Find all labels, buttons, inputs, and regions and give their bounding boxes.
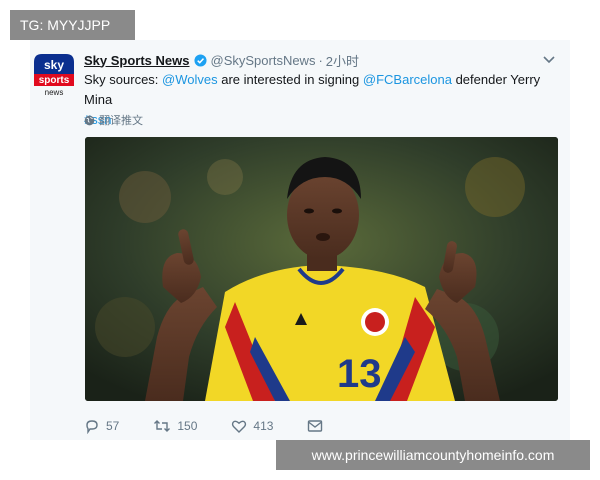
reply-icon <box>86 420 98 434</box>
translate-label: 翻译推文 <box>99 115 143 127</box>
tweet-text: Sky sources: @Wolves are interested in s… <box>84 70 564 130</box>
separator-dot: · <box>318 52 323 68</box>
retweet-icon <box>154 420 171 432</box>
avatar-logo-sports: sports <box>39 75 70 86</box>
tg-watermark: TG: MYYJJPP <box>10 10 135 40</box>
tweet-actions: 57 150 413 <box>84 416 357 436</box>
tweet-time[interactable]: 2小时 <box>326 51 359 70</box>
globe-icon <box>84 115 95 125</box>
site-watermark: www.princewilliamcountyhomeinfo.com <box>276 440 590 470</box>
tweet-text-pre: Sky sources: <box>84 72 163 87</box>
like-button[interactable]: 413 <box>231 418 273 434</box>
jersey-number: 13 <box>337 352 382 396</box>
mention-wolves[interactable]: @Wolves <box>162 72 218 87</box>
tweet-photo[interactable]: 13 <box>85 137 558 401</box>
avatar[interactable]: sky sports news <box>32 52 76 98</box>
mention-fcbarcelona[interactable]: @FCBarcelona <box>363 72 452 87</box>
author-handle[interactable]: @SkySportsNews <box>211 53 316 68</box>
like-icon <box>232 420 247 433</box>
message-icon <box>308 420 323 432</box>
tweet-card[interactable]: sky sports news Sky Sports News @SkySpor… <box>30 40 570 440</box>
reply-button[interactable]: 57 <box>84 418 119 434</box>
chevron-down-icon[interactable] <box>542 52 556 66</box>
tweet-text-mid: are interested in signing <box>217 72 363 87</box>
reply-count: 57 <box>106 419 120 433</box>
tweet-header: Sky Sports News @SkySportsNews · 2小时 <box>84 50 554 70</box>
avatar-logo-sky: sky <box>44 58 64 72</box>
retweet-button[interactable]: 150 <box>153 418 197 434</box>
avatar-logo-news: news <box>45 88 64 97</box>
retweet-count: 150 <box>177 419 198 433</box>
author-name[interactable]: Sky Sports News <box>84 53 190 68</box>
verified-icon <box>193 53 207 67</box>
like-count: 413 <box>253 419 274 433</box>
message-button[interactable] <box>307 419 323 433</box>
translate-tweet-link[interactable]: 翻译推文 <box>84 112 143 128</box>
